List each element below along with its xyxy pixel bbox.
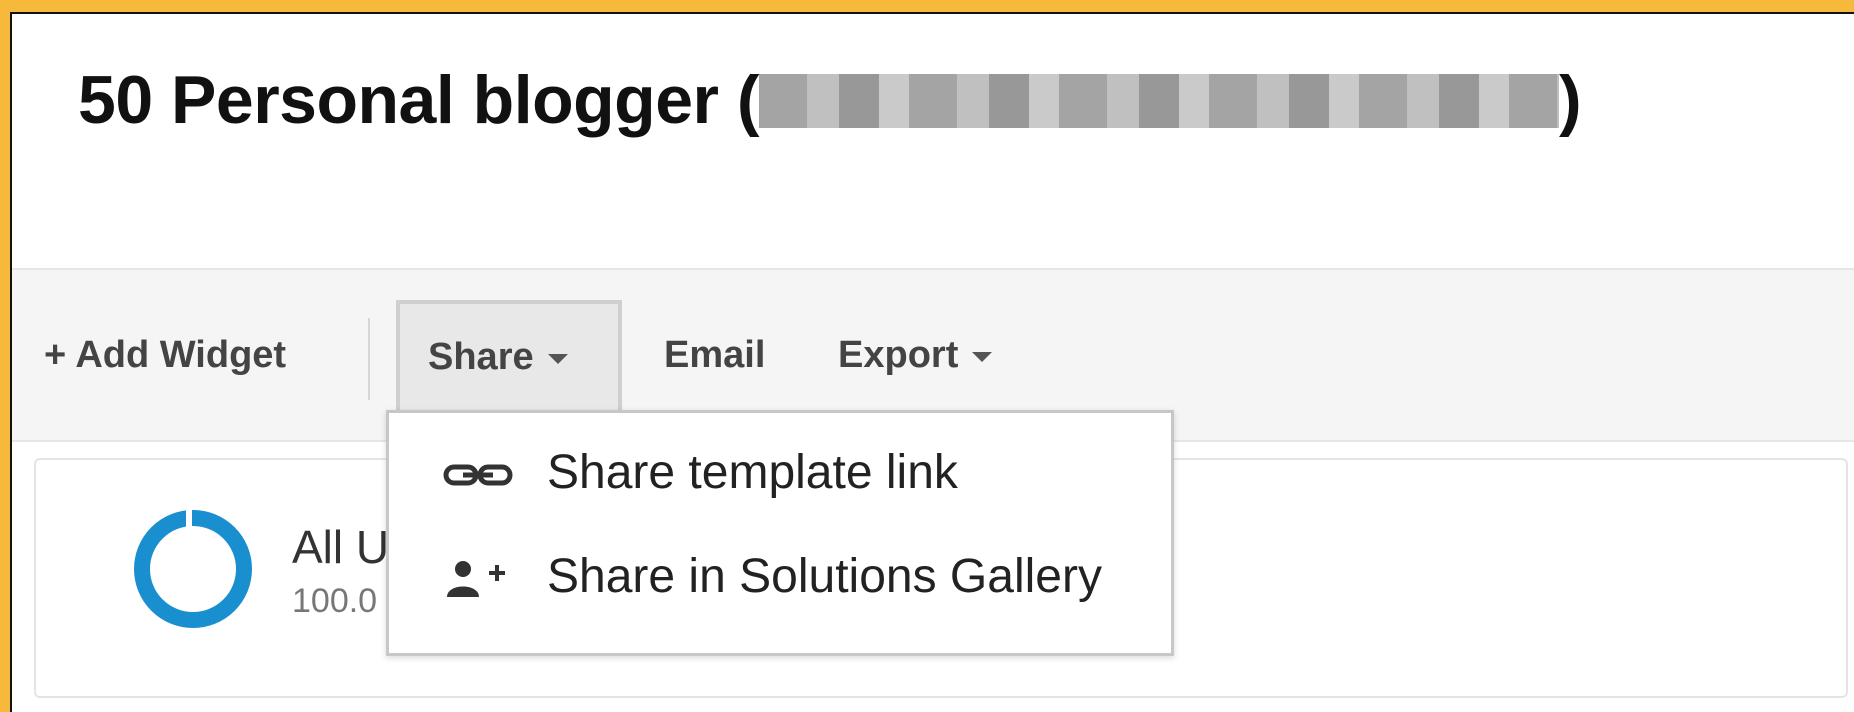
chevron-down-icon	[547, 353, 568, 364]
page-title: 50 Personal blogger ()	[78, 66, 1582, 134]
add-widget-button[interactable]: + Add Widget	[44, 336, 286, 374]
share-dropdown-menu: Share template link Share in Solutions G…	[386, 410, 1174, 656]
title-text-suffix: )	[1559, 62, 1582, 138]
export-button[interactable]: Export	[838, 336, 993, 374]
donut-chart-icon	[134, 510, 252, 628]
share-button-label: Share	[428, 336, 568, 379]
title-text-prefix: 50 Personal blogger (	[78, 62, 760, 138]
menu-item-share-in-solutions-gallery[interactable]: Share in Solutions Gallery	[389, 525, 1171, 629]
menu-item-label: Share template link	[547, 446, 958, 499]
link-icon	[443, 464, 513, 486]
redacted-region	[759, 74, 1560, 129]
segment-name: All U	[292, 521, 390, 573]
menu-item-label: Share in Solutions Gallery	[547, 550, 1102, 603]
menu-item-share-template-link[interactable]: Share template link	[389, 421, 1171, 525]
share-button[interactable]: Share	[396, 300, 622, 414]
add-person-icon	[447, 561, 505, 597]
segment-percent: 100.0	[292, 582, 378, 620]
toolbar-divider	[368, 318, 370, 400]
chevron-down-icon	[972, 351, 993, 362]
email-button[interactable]: Email	[664, 336, 765, 374]
